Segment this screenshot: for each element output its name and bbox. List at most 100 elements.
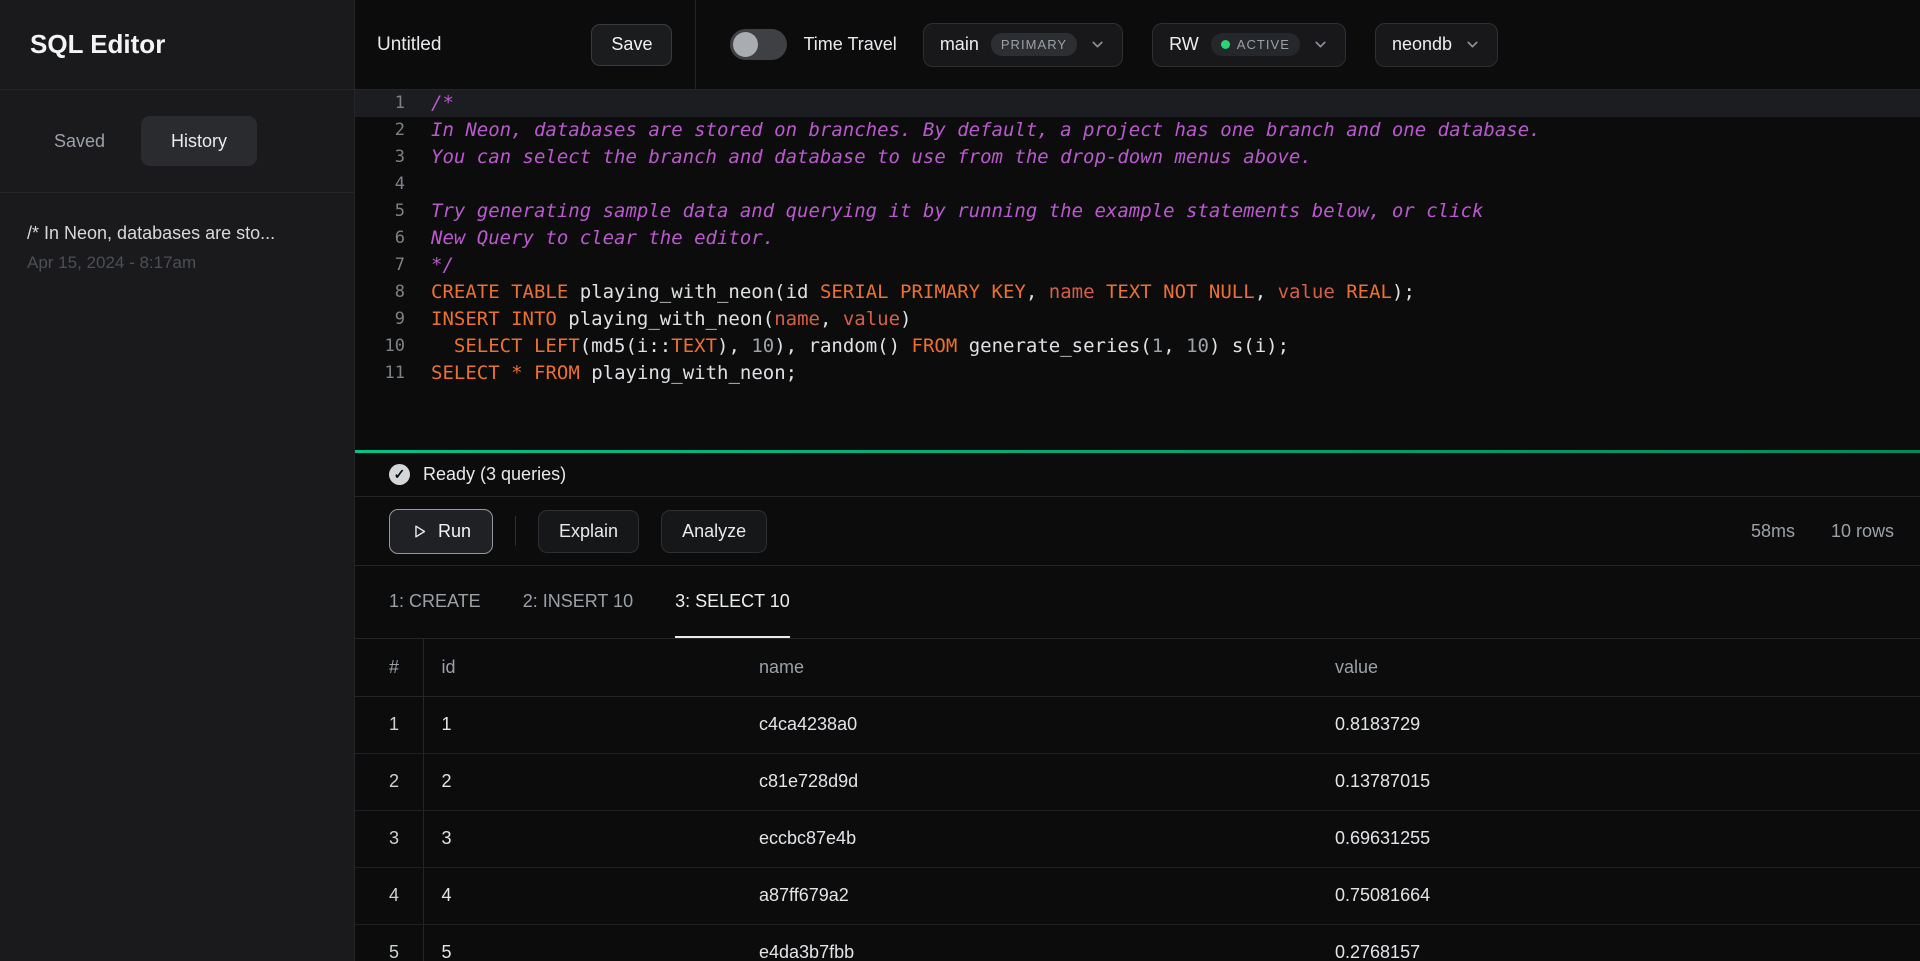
line-number: 5: [355, 198, 421, 225]
analyze-button[interactable]: Analyze: [661, 510, 767, 553]
line-number: 4: [355, 171, 421, 198]
code-text: In Neon, databases are stored on branche…: [421, 117, 1541, 144]
active-badge-label: ACTIVE: [1237, 37, 1290, 52]
status-text: Ready (3 queries): [423, 464, 566, 485]
table-cell: eccbc87e4b: [741, 810, 1317, 867]
editor-line[interactable]: 6New Query to clear the editor.: [355, 225, 1920, 252]
result-tab-2[interactable]: 2: INSERT 10: [523, 566, 633, 638]
table-row: 11c4ca4238a00.8183729: [355, 696, 1920, 753]
row-number-cell: 5: [355, 924, 423, 961]
play-icon: [411, 523, 428, 540]
toggle-knob: [733, 32, 758, 57]
table-cell: 0.8183729: [1317, 696, 1920, 753]
line-number: 2: [355, 117, 421, 144]
sidebar-tabs: SavedHistory: [0, 90, 354, 193]
table-cell: 4: [423, 867, 741, 924]
run-button-label: Run: [438, 521, 471, 542]
editor-line[interactable]: 10 SELECT LEFT(md5(i::TEXT), 10), random…: [355, 333, 1920, 360]
editor-line[interactable]: 8CREATE TABLE playing_with_neon(id SERIA…: [355, 279, 1920, 306]
sidebar: SQL Editor SavedHistory /* In Neon, data…: [0, 0, 355, 961]
main-panel: Untitled Save Time Travel main PRIMARY R…: [355, 0, 1920, 961]
editor-line[interactable]: 4: [355, 171, 1920, 198]
line-number: 6: [355, 225, 421, 252]
line-number: 1: [355, 90, 421, 117]
time-travel-label: Time Travel: [803, 34, 896, 55]
results-table: #idnamevalue 11c4ca4238a00.818372922c81e…: [355, 639, 1920, 961]
table-cell: c4ca4238a0: [741, 696, 1317, 753]
table-row: 55e4da3b7fbb0.2768157: [355, 924, 1920, 961]
active-status-dot: [1221, 40, 1230, 49]
table-cell: 0.75081664: [1317, 867, 1920, 924]
topbar: Untitled Save Time Travel main PRIMARY R…: [355, 0, 1920, 90]
row-number-cell: 2: [355, 753, 423, 810]
chevron-down-icon: [1464, 36, 1481, 53]
query-duration: 58ms: [1751, 521, 1795, 542]
table-cell: c81e728d9d: [741, 753, 1317, 810]
code-text: You can select the branch and database t…: [421, 144, 1312, 171]
primary-badge: PRIMARY: [991, 33, 1077, 56]
table-cell: a87ff679a2: [741, 867, 1317, 924]
column-header: name: [741, 639, 1317, 696]
line-number: 10: [355, 333, 421, 360]
result-tab-1[interactable]: 1: CREATE: [389, 566, 481, 638]
table-cell: 1: [423, 696, 741, 753]
code-text: INSERT INTO playing_with_neon(name, valu…: [421, 306, 912, 333]
column-header: id: [423, 639, 741, 696]
editor-line[interactable]: 2In Neon, databases are stored on branch…: [355, 117, 1920, 144]
query-title: Untitled: [377, 34, 441, 56]
explain-button[interactable]: Explain: [538, 510, 639, 553]
compute-name: RW: [1169, 34, 1199, 55]
branch-dropdown[interactable]: main PRIMARY: [923, 23, 1123, 67]
code-text: CREATE TABLE playing_with_neon(id SERIAL…: [421, 279, 1415, 306]
code-text: Try generating sample data and querying …: [421, 198, 1483, 225]
query-meta: 58ms 10 rows: [1751, 521, 1894, 542]
sql-editor-app: SQL Editor SavedHistory /* In Neon, data…: [0, 0, 1920, 961]
database-dropdown[interactable]: neondb: [1375, 23, 1498, 67]
chevron-down-icon: [1312, 36, 1329, 53]
code-text: [421, 171, 431, 198]
history-item-date: Apr 15, 2024 - 8:17am: [27, 253, 327, 273]
table-cell: e4da3b7fbb: [741, 924, 1317, 961]
table-row: 22c81e728d9d0.13787015: [355, 753, 1920, 810]
table-cell: 0.2768157: [1317, 924, 1920, 961]
page-title: SQL Editor: [0, 0, 354, 90]
code-text: New Query to clear the editor.: [421, 225, 774, 252]
line-number: 11: [355, 360, 421, 387]
table-cell: 2: [423, 753, 741, 810]
status-bar: ✓ Ready (3 queries): [355, 453, 1920, 497]
code-text: SELECT LEFT(md5(i::TEXT), 10), random() …: [421, 333, 1289, 360]
table-cell: 3: [423, 810, 741, 867]
chevron-down-icon: [1089, 36, 1106, 53]
code-text: /*: [421, 90, 454, 117]
run-button[interactable]: Run: [389, 509, 493, 554]
history-item-title: /* In Neon, databases are sto...: [27, 223, 327, 244]
branch-name: main: [940, 34, 979, 55]
row-number-cell: 4: [355, 867, 423, 924]
actions-divider: [515, 516, 516, 546]
sidebar-tab-saved[interactable]: Saved: [24, 116, 135, 166]
editor-line[interactable]: 11SELECT * FROM playing_with_neon;: [355, 360, 1920, 387]
column-header: #: [355, 639, 423, 696]
result-tab-3[interactable]: 3: SELECT 10: [675, 566, 790, 638]
table-cell: 5: [423, 924, 741, 961]
editor-line[interactable]: 1/*: [355, 90, 1920, 117]
sql-code-editor[interactable]: 1/*2In Neon, databases are stored on bra…: [355, 90, 1920, 450]
compute-dropdown[interactable]: RW ACTIVE: [1152, 23, 1346, 67]
sidebar-tab-history[interactable]: History: [141, 116, 257, 166]
time-travel-toggle[interactable]: [730, 29, 787, 60]
editor-line[interactable]: 7*/: [355, 252, 1920, 279]
history-item[interactable]: /* In Neon, databases are sto... Apr 15, …: [0, 223, 354, 273]
table-row: 44a87ff679a20.75081664: [355, 867, 1920, 924]
table-cell: 0.69631255: [1317, 810, 1920, 867]
save-button[interactable]: Save: [591, 24, 672, 66]
editor-line[interactable]: 5Try generating sample data and querying…: [355, 198, 1920, 225]
editor-line[interactable]: 3You can select the branch and database …: [355, 144, 1920, 171]
line-number: 8: [355, 279, 421, 306]
check-circle-icon: ✓: [389, 464, 410, 485]
result-row-count: 10 rows: [1831, 521, 1894, 542]
line-number: 7: [355, 252, 421, 279]
code-text: SELECT * FROM playing_with_neon;: [421, 360, 797, 387]
active-badge: ACTIVE: [1211, 33, 1300, 56]
editor-line[interactable]: 9INSERT INTO playing_with_neon(name, val…: [355, 306, 1920, 333]
line-number: 3: [355, 144, 421, 171]
